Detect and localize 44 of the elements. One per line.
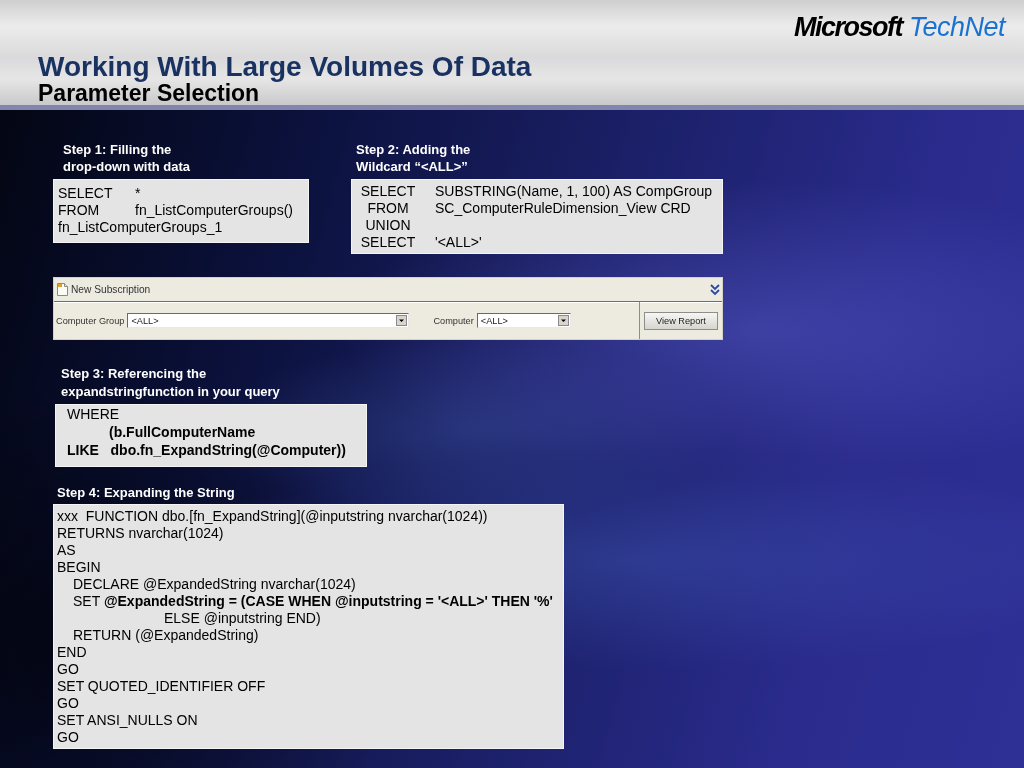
code-line: RETURNS nvarchar(1024)	[57, 525, 224, 542]
code-line: SET @ExpandedString = (CASE WHEN @inputstring = '<ALL>' THEN '%'	[73, 593, 553, 610]
sql-keyword: UNION	[365, 217, 411, 234]
sql-expression: SC_ComputerRuleDimension_View CRD	[435, 200, 691, 217]
code-line: GO	[57, 695, 79, 712]
sql-keyword: SELECT	[360, 234, 416, 251]
code-line: xxx FUNCTION dbo.[fn_ExpandString](@inputstring nvarchar(1024))	[57, 508, 488, 525]
code-line: DECLARE @ExpandedString nvarchar(1024)	[73, 576, 356, 593]
sql-expression: fn_ListComputerGroups()	[135, 202, 293, 219]
code-line: BEGIN	[57, 559, 101, 576]
logo-wordmark: Microsoft TechNet	[793, 12, 1005, 42]
code-line: WHERE	[67, 405, 120, 423]
slide-subtitle: Parameter Selection	[38, 82, 260, 104]
sql-expression: *	[135, 185, 141, 202]
document-icon	[57, 283, 68, 296]
sql-keyword: FROM	[367, 200, 409, 217]
slide-title: Working With Large Volumes Of Data	[38, 52, 533, 82]
code-line: RETURN (@ExpandedString)	[73, 627, 259, 644]
sql-keyword: SELECT	[360, 183, 416, 200]
field-label: Computer	[433, 315, 474, 326]
sql-expression: fn_ListComputerGroups_1	[58, 219, 223, 236]
sql-expression: '<ALL>'	[435, 234, 482, 251]
step-heading: Step 2: Adding the Wildcard “<ALL>”	[356, 141, 471, 175]
code-line: GO	[57, 729, 79, 746]
step-heading: Step 3: Referencing the expandstringfunction in your query	[61, 365, 280, 401]
code-line: END	[57, 644, 87, 661]
sql-expression: SUBSTRING(Name, 1, 100) AS CompGroup	[435, 183, 712, 200]
code-line: SET QUOTED_IDENTIFIER OFF	[57, 678, 266, 695]
panel-title: New Subscription	[71, 284, 151, 295]
parameter-dropdown[interactable]: <ALL>	[476, 313, 571, 328]
code-line: AS	[57, 542, 76, 559]
code-line: LIKE dbo.fn_ExpandString(@Computer))	[67, 441, 346, 459]
sql-keyword: FROM	[58, 202, 100, 219]
code-line: SET ANSI_NULLS ON	[57, 712, 198, 729]
parameter-dropdown[interactable]: <ALL>	[127, 313, 410, 328]
field-label: Computer Group	[56, 315, 125, 326]
code-line: GO	[57, 661, 79, 678]
step-heading: Step 4: Expanding the String	[57, 484, 235, 501]
sql-keyword: SELECT	[58, 185, 113, 202]
view-report-button[interactable]: View Report	[644, 311, 718, 330]
double-chevron-icon[interactable]	[710, 283, 720, 296]
code-line: (b.FullComputerName	[109, 423, 256, 441]
step-heading: Step 1: Filling the drop-down with data	[63, 141, 191, 175]
code-line: ELSE @inputstring END)	[164, 610, 321, 627]
